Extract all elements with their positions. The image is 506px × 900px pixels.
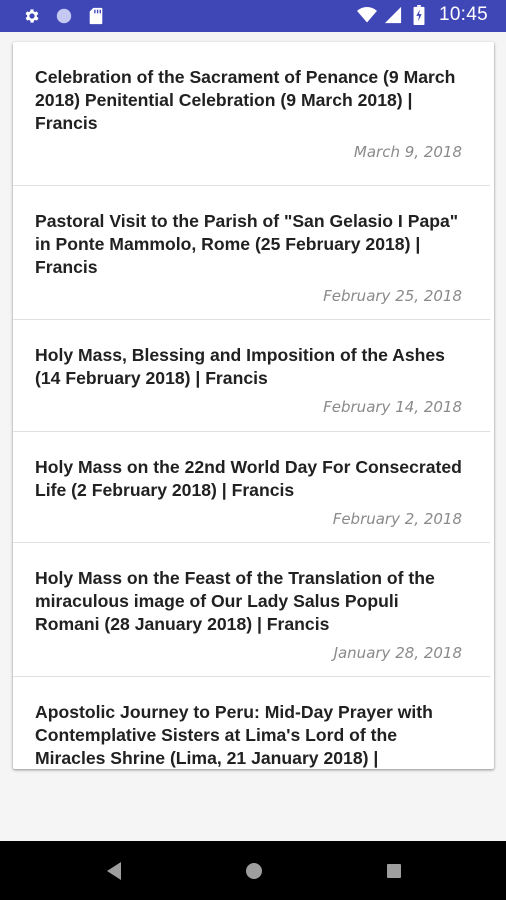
back-icon[interactable] xyxy=(102,859,126,883)
signal-icon xyxy=(383,5,403,25)
list-item[interactable]: Holy Mass on the 22nd World Day For Cons… xyxy=(13,432,490,543)
navigation-bar xyxy=(0,841,506,900)
list-item[interactable]: Holy Mass on the Feast of the Translatio… xyxy=(13,543,490,677)
article-title: Holy Mass, Blessing and Imposition of th… xyxy=(35,345,445,388)
list-item[interactable]: Holy Mass, Blessing and Imposition of th… xyxy=(13,320,490,432)
circle-icon xyxy=(54,6,74,26)
article-date: March 9, 2018 xyxy=(353,143,462,161)
article-title: Pastoral Visit to the Parish of "San Gel… xyxy=(35,211,459,277)
article-title: Holy Mass on the Feast of the Translatio… xyxy=(35,568,435,634)
home-icon[interactable] xyxy=(242,859,266,883)
article-title: Celebration of the Sacrament of Penance … xyxy=(35,67,456,133)
status-bar-left xyxy=(22,6,106,26)
status-bar: 10:45 xyxy=(0,0,506,32)
status-bar-right: 10:45 xyxy=(356,4,488,26)
gear-icon xyxy=(22,6,42,26)
status-clock: 10:45 xyxy=(438,4,488,25)
list-item[interactable]: Pastoral Visit to the Parish of "San Gel… xyxy=(13,186,490,320)
article-list-card: Celebration of the Sacrament of Penance … xyxy=(13,42,494,769)
list-item[interactable]: Celebration of the Sacrament of Penance … xyxy=(13,42,490,186)
list-item[interactable]: Apostolic Journey to Peru: Mid-Day Praye… xyxy=(13,677,490,769)
article-title: Holy Mass on the 22nd World Day For Cons… xyxy=(35,457,462,500)
sd-card-icon xyxy=(86,6,106,26)
wifi-icon xyxy=(356,5,377,25)
article-title: Apostolic Journey to Peru: Mid-Day Praye… xyxy=(35,702,433,768)
recents-icon[interactable] xyxy=(382,859,406,883)
battery-icon xyxy=(409,5,429,25)
